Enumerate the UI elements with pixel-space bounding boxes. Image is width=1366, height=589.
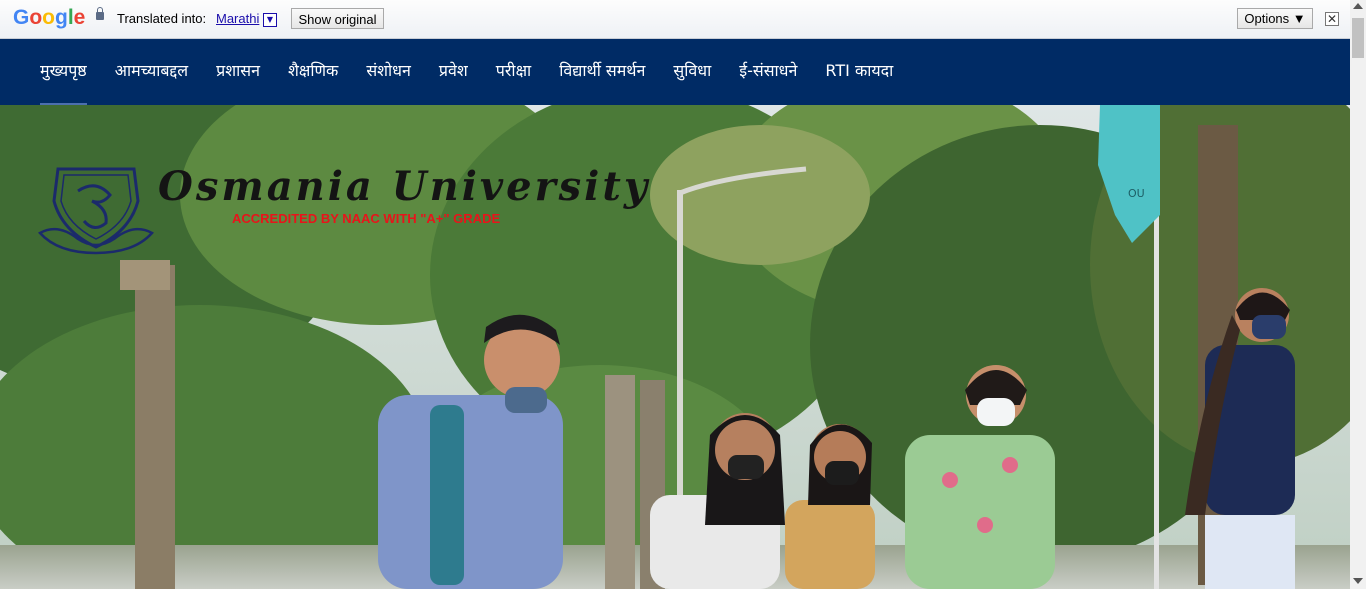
nav-item-e-resources[interactable]: ई-संसाधने: [739, 39, 797, 106]
nav-item-examinations[interactable]: परीक्षा: [496, 39, 531, 106]
nav-item-administration[interactable]: प्रशासन: [216, 39, 260, 106]
accreditation-text: ACCREDITED BY NAAC WITH "A+" GRADE: [232, 211, 501, 226]
translate-bar: Google Translated into: Marathi ▼ Show o…: [0, 0, 1366, 39]
translated-into-label: Translated into:: [117, 11, 207, 26]
scroll-up-icon[interactable]: [1353, 3, 1363, 9]
nav-item-facilities[interactable]: सुविधा: [673, 39, 711, 106]
nav-item-academics[interactable]: शैक्षणिक: [288, 39, 338, 106]
nav-item-research[interactable]: संशोधन: [366, 39, 411, 106]
page-scrollbar[interactable]: [1350, 0, 1366, 589]
show-original-button[interactable]: Show original: [291, 8, 384, 29]
scroll-down-icon[interactable]: [1353, 578, 1363, 584]
scrollbar-thumb[interactable]: [1352, 18, 1364, 58]
flag-text: OU: [1128, 187, 1145, 200]
university-emblem-icon[interactable]: [38, 161, 154, 255]
hero-banner: OU Osmania University ACCREDITED BY NAAC…: [0, 105, 1350, 589]
lock-icon: [96, 7, 104, 20]
nav-item-about[interactable]: आमच्याबद्दल: [115, 39, 188, 106]
nav-item-admissions[interactable]: प्रवेश: [439, 39, 468, 106]
nav-item-student-support[interactable]: विद्यार्थी समर्थन: [559, 39, 645, 106]
nav-item-rti-act[interactable]: RTI कायदा: [825, 39, 893, 106]
google-logo[interactable]: Google: [13, 6, 85, 30]
options-button[interactable]: Options ▼: [1237, 8, 1313, 29]
university-name: Osmania University: [158, 163, 651, 210]
language-link[interactable]: Marathi: [216, 11, 259, 26]
close-icon[interactable]: ✕: [1325, 12, 1339, 26]
chevron-down-icon[interactable]: ▼: [263, 13, 277, 27]
nav-item-home[interactable]: मुख्यपृष्ठ: [40, 39, 87, 106]
main-nav: मुख्यपृष्ठ आमच्याबद्दल प्रशासन शैक्षणिक …: [0, 39, 1350, 106]
